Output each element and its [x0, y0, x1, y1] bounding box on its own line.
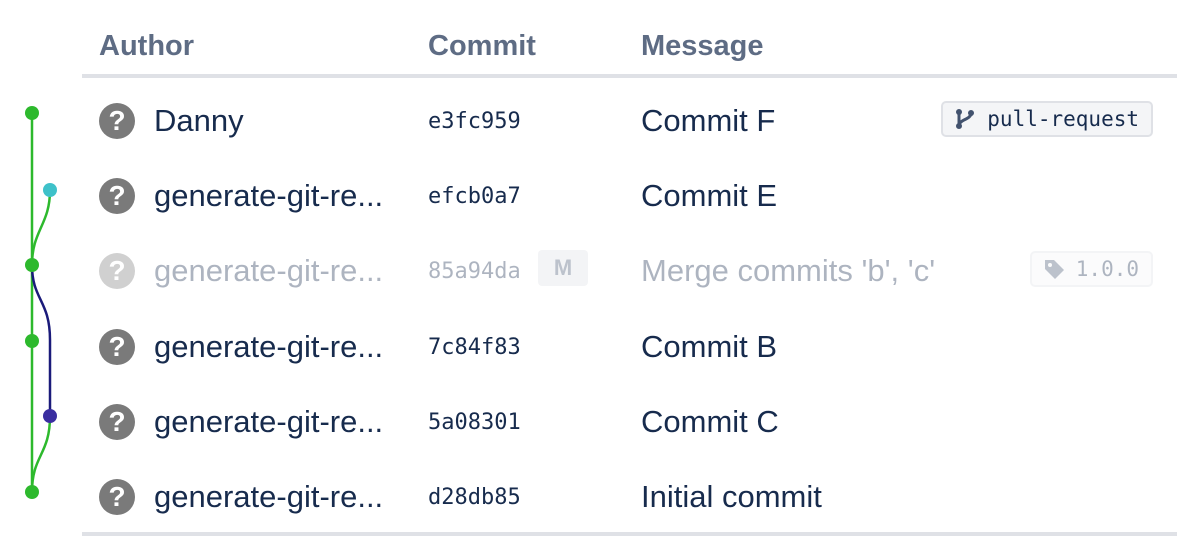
commit-node	[25, 334, 39, 348]
table-header: Author Commit Message	[82, 0, 1177, 78]
commit-message: Initial commit	[641, 479, 822, 514]
commit-row[interactable]: ? generate-git-re... 7c84f83 Commit B	[82, 309, 1177, 385]
message-column-header[interactable]: Message	[641, 30, 764, 63]
commit-message: Commit E	[641, 178, 778, 213]
unknown-user-avatar-icon: ?	[99, 404, 135, 440]
commit-node	[43, 183, 57, 197]
tag-icon	[1044, 260, 1064, 279]
commit-message: Commit B	[641, 329, 778, 364]
commit-author: generate-git-re...	[154, 329, 384, 364]
branch-ref-label: pull-request	[987, 107, 1139, 131]
tag-ref-badge[interactable]: 1.0.0	[1029, 251, 1153, 287]
commit-message: Merge commits 'b', 'c'	[641, 253, 936, 288]
commit-hash[interactable]: 7c84f83	[428, 335, 521, 360]
commit-author: generate-git-re...	[154, 404, 384, 439]
commit-author: generate-git-re...	[154, 253, 384, 288]
commit-row[interactable]: ? generate-git-re... d28db85 Initial com…	[82, 459, 1177, 535]
branch-e-line	[30, 189, 52, 266]
commit-hash[interactable]: efcb0a7	[428, 184, 521, 209]
merge-badge: M	[538, 250, 588, 286]
commit-node	[25, 106, 39, 120]
commit-author: generate-git-re...	[154, 178, 384, 213]
unknown-user-avatar-icon: ?	[99, 178, 135, 214]
commit-row[interactable]: ? Danny e3fc959 Commit F pull-request	[82, 83, 1177, 159]
commit-node	[25, 258, 39, 272]
commit-hash[interactable]: 5a08301	[428, 410, 521, 435]
commit-hash[interactable]: e3fc959	[428, 109, 521, 134]
commit-message: Commit F	[641, 103, 776, 138]
tag-ref-label: 1.0.0	[1075, 257, 1139, 281]
commit-column-header[interactable]: Commit	[428, 30, 536, 63]
author-column-header[interactable]: Author	[99, 30, 194, 63]
branch-c-line-bottom	[30, 415, 52, 493]
commit-row[interactable]: ? generate-git-re... efcb0a7 Commit E	[82, 158, 1177, 234]
commit-node	[25, 485, 39, 499]
commit-row[interactable]: ? generate-git-re... 5a08301 Commit C	[82, 384, 1177, 460]
branch-ref-badge[interactable]: pull-request	[941, 101, 1153, 137]
commit-message: Commit C	[641, 404, 779, 439]
commit-hash[interactable]: d28db85	[428, 485, 521, 510]
table-bottom-divider	[82, 532, 1177, 536]
unknown-user-avatar-icon: ?	[99, 253, 135, 289]
branch-icon	[956, 109, 975, 129]
unknown-user-avatar-icon: ?	[99, 479, 135, 515]
commit-node	[43, 409, 57, 423]
commit-row-merge[interactable]: ? generate-git-re... 85a94da M Merge com…	[82, 233, 1177, 309]
unknown-user-avatar-icon: ?	[99, 103, 135, 139]
commit-hash[interactable]: 85a94da	[428, 259, 521, 284]
commit-graph	[25, 106, 57, 499]
commit-author: Danny	[154, 103, 244, 138]
commit-author: generate-git-re...	[154, 479, 384, 514]
unknown-user-avatar-icon: ?	[99, 329, 135, 365]
